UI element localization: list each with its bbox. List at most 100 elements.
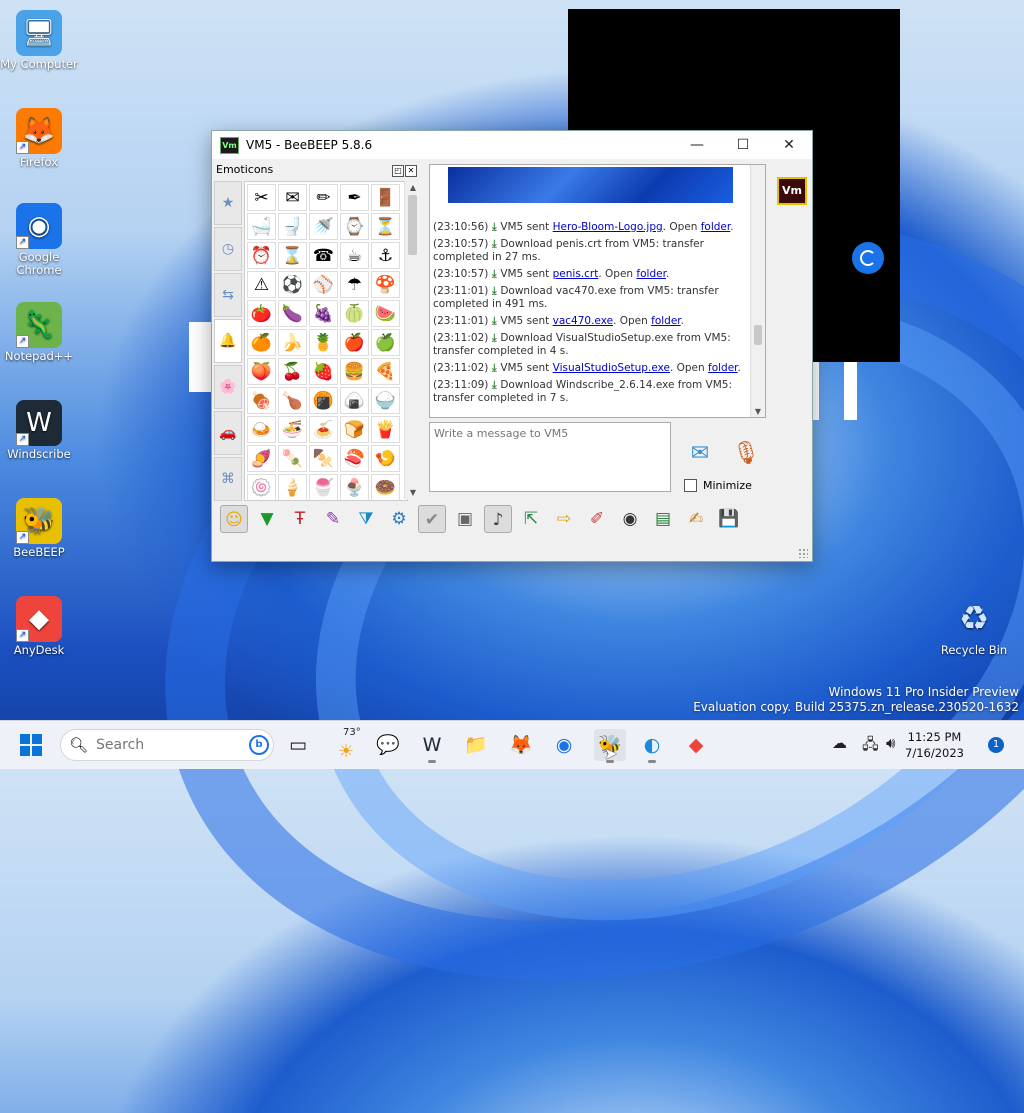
scrollbar-thumb[interactable] [754, 325, 762, 345]
toolbar-button[interactable]: Ŧ [286, 505, 314, 533]
emoticon-cell[interactable]: 🍎 [340, 329, 369, 356]
folder-link[interactable]: folder [651, 315, 681, 327]
emoticon-cell[interactable]: 🍑 [247, 358, 276, 385]
user-avatar[interactable]: Vm [777, 177, 807, 205]
emoticon-cell[interactable]: 🍊 [247, 329, 276, 356]
emoticon-cell[interactable]: 🍩 [371, 474, 400, 500]
emoticon-category-tab[interactable]: 🚗 [214, 411, 242, 455]
minimize-checkbox[interactable] [684, 479, 697, 492]
emoticon-cell[interactable]: 🍞 [340, 416, 369, 443]
emoticon-scrollbar[interactable]: ▲ ▼ [404, 181, 421, 499]
scrollbar-thumb[interactable] [408, 195, 417, 255]
emoticon-cell[interactable]: 🍍 [309, 329, 338, 356]
emoticon-cell[interactable]: 🛁 [247, 213, 276, 240]
emoticon-cell[interactable]: ⚾ [309, 271, 338, 298]
emoticon-cell[interactable]: 🍙 [340, 387, 369, 414]
emoticon-cell[interactable]: 🍥 [247, 474, 276, 500]
emoticon-cell[interactable]: 🍓 [309, 358, 338, 385]
desktop-icon[interactable]: 🦎 ↗ Notepad++ [0, 302, 78, 363]
bing-icon[interactable]: b [249, 735, 269, 755]
toolbar-button[interactable]: ▼ [253, 505, 281, 533]
maximize-button[interactable]: ☐ [720, 131, 766, 159]
emoticon-cell[interactable]: 🍏 [371, 329, 400, 356]
emoticon-cell[interactable]: ✏ [309, 184, 338, 211]
toolbar-button[interactable]: ⧩ [352, 505, 380, 533]
toolbar-button[interactable]: ⚙ [385, 505, 413, 533]
emoticon-cell[interactable]: 🍌 [278, 329, 307, 356]
emoticon-cell[interactable]: ⌛ [278, 242, 307, 269]
scroll-up-arrow-icon[interactable]: ▲ [405, 183, 421, 192]
close-button[interactable]: ✕ [766, 131, 812, 159]
emoticon-cell[interactable]: 🍖 [247, 387, 276, 414]
emoticon-cell[interactable]: 🍈 [340, 300, 369, 327]
emoticon-cell[interactable]: 🍅 [247, 300, 276, 327]
emoticon-cell[interactable]: ☎ [309, 242, 338, 269]
toolbar-button[interactable]: ⇱ [517, 505, 545, 533]
start-button[interactable] [20, 734, 42, 756]
emoticon-cell[interactable]: 🚪 [371, 184, 400, 211]
toolbar-button[interactable]: ▣ [451, 505, 479, 533]
emoticon-cell[interactable]: 🍜 [278, 416, 307, 443]
toolbar-button[interactable]: ▤ [649, 505, 677, 533]
desktop-icon[interactable]: 🦊 ↗ Firefox [0, 108, 78, 169]
minimize-option[interactable]: Minimize [684, 479, 752, 492]
emoticon-category-tab[interactable]: 🔔 [214, 319, 242, 363]
emoticon-cell[interactable]: 🍒 [278, 358, 307, 385]
emoticon-cell[interactable]: 🍕 [371, 358, 400, 385]
emoticon-cell[interactable]: 🍢 [309, 445, 338, 472]
emoticon-cell[interactable]: ⚽ [278, 271, 307, 298]
folder-link[interactable]: folder [636, 268, 666, 280]
emoticon-cell[interactable]: 🍄 [371, 271, 400, 298]
emoticon-cell[interactable]: 🍣 [340, 445, 369, 472]
emoticon-cell[interactable]: 🍟 [371, 416, 400, 443]
scroll-down-arrow-icon[interactable]: ▼ [405, 488, 421, 497]
desktop-icon[interactable]: 🖥 My Computer [0, 10, 78, 71]
undock-panel-button[interactable]: ◰ [392, 165, 404, 177]
taskbar-app-anydesk[interactable]: ◆ [680, 729, 712, 761]
emoticon-category-tab[interactable]: ◷ [214, 227, 242, 271]
emoticon-cell[interactable]: 🍤 [371, 445, 400, 472]
emoticon-cell[interactable]: ⚓ [371, 242, 400, 269]
message-input[interactable] [429, 422, 671, 492]
toolbar-button[interactable]: ✔ [418, 505, 446, 533]
minimize-button[interactable]: — [674, 131, 720, 159]
title-bar[interactable]: Vm VM5 - BeeBEEP 5.8.6 — ☐ ✕ [212, 131, 812, 159]
emoticon-cell[interactable]: 🚿 [309, 213, 338, 240]
emoticon-cell[interactable]: 🍝 [309, 416, 338, 443]
emoticon-cell[interactable]: 🍦 [278, 474, 307, 500]
emoticon-cell[interactable]: ✉ [278, 184, 307, 211]
toolbar-button[interactable]: ◉ [616, 505, 644, 533]
toolbar-button[interactable]: ✐ [583, 505, 611, 533]
taskbar-app-edge[interactable]: ◐ [636, 729, 668, 763]
toolbar-button[interactable]: ♪ [484, 505, 512, 533]
weather-widget[interactable]: 73° ☀ [332, 727, 368, 763]
folder-link[interactable]: folder [701, 221, 731, 233]
taskbar-search[interactable]: 🔍︎ b [60, 729, 274, 761]
network-icon[interactable]: 🖧 [862, 734, 879, 759]
beebeep-window[interactable]: Vm VM5 - BeeBEEP 5.8.6 — ☐ ✕ Emoticons ◰… [211, 130, 813, 562]
emoticon-cell[interactable]: ⏰ [247, 242, 276, 269]
emoticon-cell[interactable]: 🍨 [340, 474, 369, 500]
resize-grip-icon[interactable] [798, 548, 808, 558]
file-link[interactable]: VisualStudioSetup.exe [553, 362, 670, 374]
emoticon-cell[interactable]: 🍘 [309, 387, 338, 414]
emoticon-cell[interactable]: ⌚ [340, 213, 369, 240]
file-link[interactable]: penis.crt [553, 268, 599, 280]
chat-scrollbar[interactable]: ▼ [750, 165, 765, 417]
emoticon-cell[interactable]: 🚽 [278, 213, 307, 240]
emoticon-category-tab[interactable]: 🌸 [214, 365, 242, 409]
toolbar-button[interactable]: ☺ [220, 505, 248, 533]
taskbar-app-teams[interactable]: 💬 [372, 729, 404, 761]
emoticon-cell[interactable]: 🍡 [278, 445, 307, 472]
cloud-offline-icon[interactable]: ☁ [832, 734, 847, 752]
emoticon-cell[interactable]: 🍗 [278, 387, 307, 414]
taskbar-app-task-view[interactable]: ▭ [282, 729, 314, 761]
desktop-icon[interactable]: W ↗ Windscribe [0, 400, 78, 461]
emoticon-cell[interactable]: ☂ [340, 271, 369, 298]
folder-link[interactable]: folder [708, 362, 738, 374]
notification-badge[interactable]: 1 [988, 737, 1004, 753]
taskbar-app-file-explorer[interactable]: 📁 [460, 729, 492, 761]
desktop-icon[interactable]: ◉ ↗ Google Chrome [0, 203, 78, 277]
taskbar-app-windscribe[interactable]: W [416, 729, 448, 763]
emoticon-category-tab[interactable]: ⌘ [214, 457, 242, 501]
